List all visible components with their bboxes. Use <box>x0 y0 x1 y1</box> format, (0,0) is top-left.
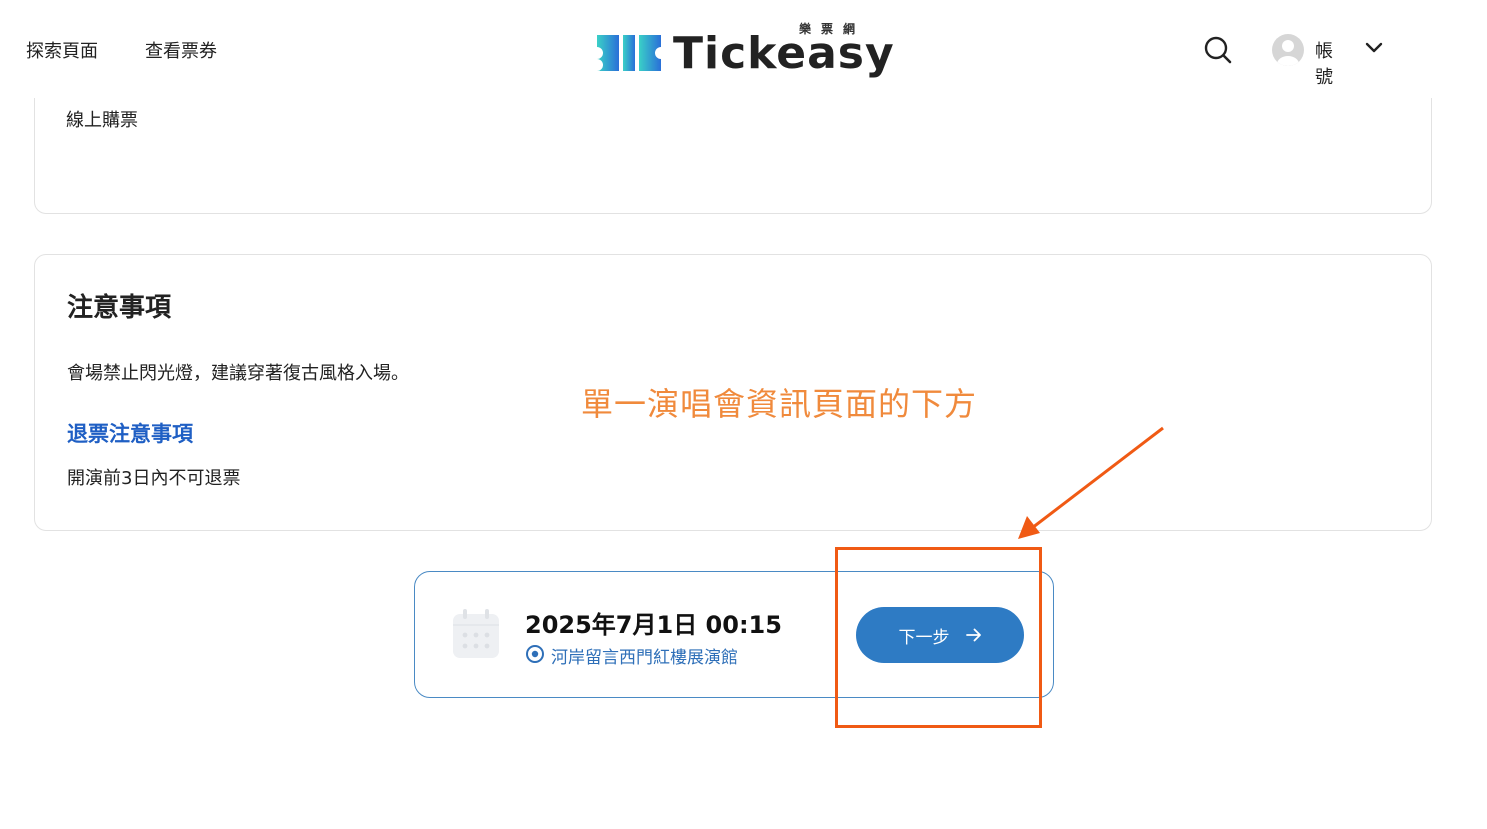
location-icon <box>526 645 544 663</box>
annotation-arrow-icon <box>1018 426 1164 539</box>
venue-name: 河岸留言西門紅樓展演館 <box>551 648 738 668</box>
annotation-text: 單一演唱會資訊頁面的下方 <box>581 385 978 423</box>
event-datetime: 2025年7月1日 00:15 <box>525 611 782 639</box>
page: 線上購票 探索頁面 查看票券 Tickeasy 樂票網 帳號 注意事項 會場禁止… <box>0 0 1487 829</box>
refund-policy-title: 退票注意事項 <box>67 422 193 446</box>
booking-bar: 2025年7月1日 00:15 河岸留言西門紅樓展演館 下一步 <box>414 571 1054 698</box>
notes-body: 會場禁止閃光燈，建議穿著復古風格入場。 <box>67 363 409 384</box>
arrow-right-icon <box>965 628 981 642</box>
site-logo[interactable]: Tickeasy 樂票網 <box>595 20 894 82</box>
purchase-method-text: 線上購票 <box>66 110 138 131</box>
nav-tickets-link[interactable]: 查看票券 <box>145 37 217 63</box>
notes-title: 注意事項 <box>67 293 172 323</box>
next-step-button[interactable]: 下一步 <box>856 607 1024 663</box>
calendar-icon <box>453 609 499 658</box>
search-icon[interactable] <box>1203 35 1233 65</box>
site-header: 探索頁面 查看票券 Tickeasy 樂票網 帳號 <box>0 0 1487 98</box>
avatar <box>1272 34 1304 66</box>
chevron-down-icon <box>1365 42 1383 53</box>
logo-ticket-icon <box>597 35 661 71</box>
user-icon <box>1277 40 1299 66</box>
refund-policy-body: 開演前3日內不可退票 <box>67 468 241 489</box>
account-label: 帳號 <box>1315 41 1333 88</box>
logo-subtitle: 樂票網 <box>799 22 866 36</box>
next-step-label: 下一步 <box>898 627 950 648</box>
nav-explore-link[interactable]: 探索頁面 <box>26 37 98 63</box>
